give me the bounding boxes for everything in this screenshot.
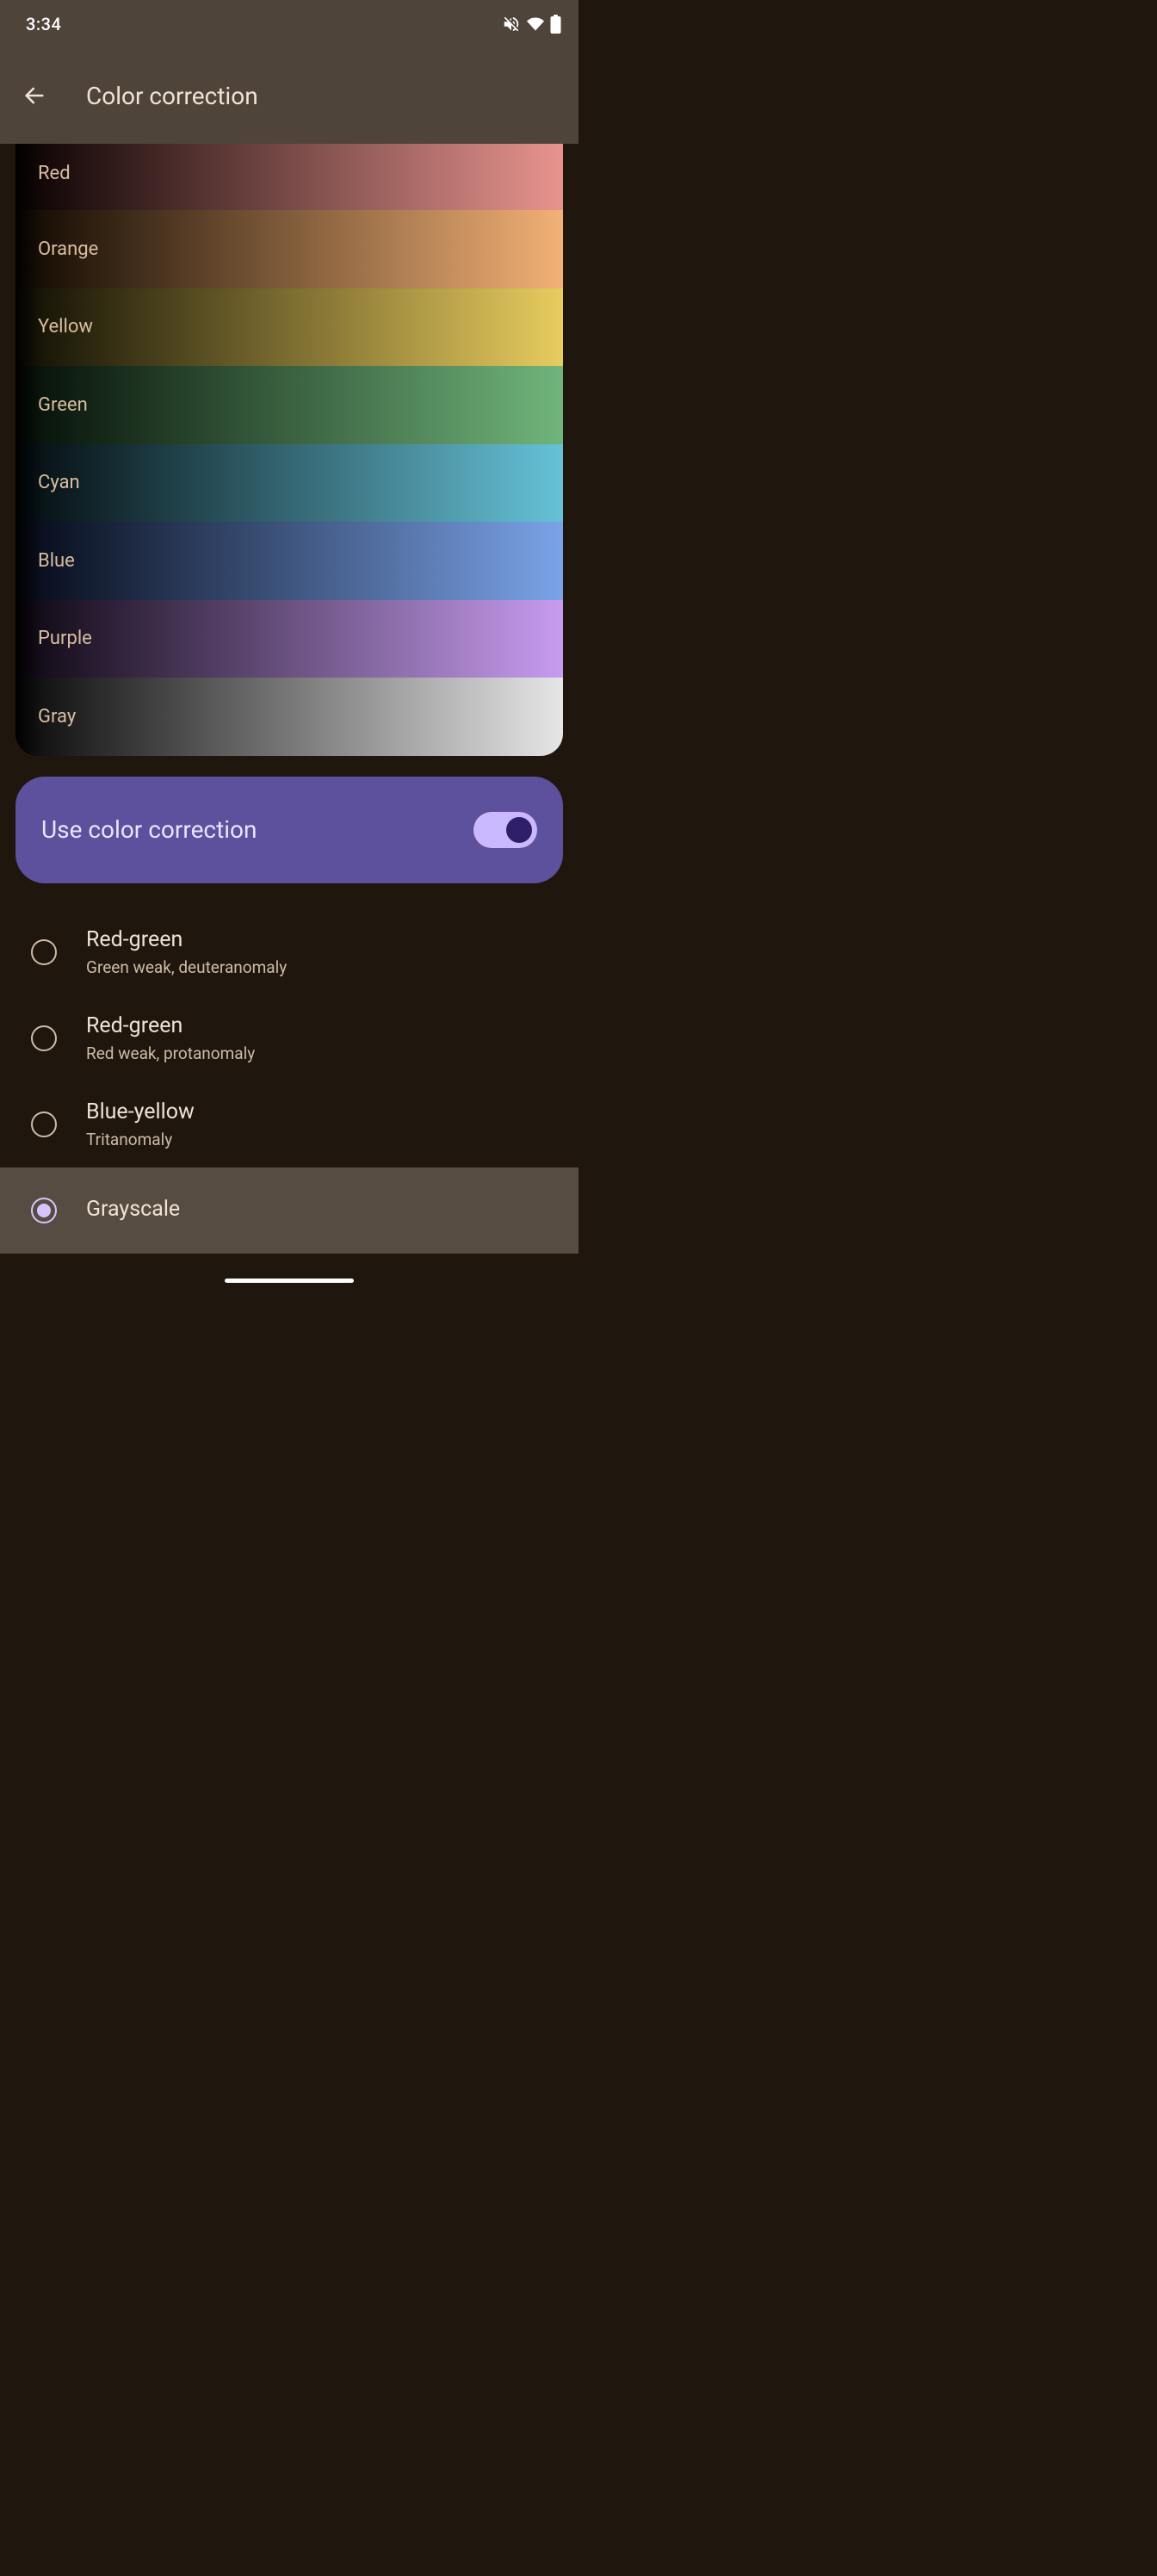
preview-row-label: Gray bbox=[38, 706, 76, 728]
preview-row-label: Blue bbox=[38, 550, 75, 572]
option-subtitle: Tritanomaly bbox=[86, 1130, 195, 1149]
option-tritanomaly[interactable]: Blue-yellow Tritanomaly bbox=[0, 1081, 578, 1167]
wifi-icon bbox=[526, 15, 545, 33]
correction-mode-list: Red-green Green weak, deuteranomaly Red-… bbox=[0, 904, 578, 1259]
preview-row-red: Red bbox=[15, 144, 563, 210]
app-bar: Color correction bbox=[0, 47, 578, 144]
preview-row-cyan: Cyan bbox=[15, 444, 563, 523]
navigation-bar bbox=[0, 1279, 578, 1283]
preview-row-label: Cyan bbox=[38, 472, 80, 493]
mute-icon bbox=[502, 15, 521, 34]
preview-row-orange: Orange bbox=[15, 210, 563, 288]
option-subtitle: Red weak, protanomaly bbox=[86, 1043, 255, 1063]
page-title: Color correction bbox=[86, 82, 258, 110]
preview-row-label: Green bbox=[38, 394, 88, 416]
toggle-switch-on bbox=[473, 812, 537, 848]
preview-row-purple: Purple bbox=[15, 600, 563, 678]
toggle-label: Use color correction bbox=[41, 815, 257, 844]
status-time: 3:34 bbox=[26, 14, 61, 34]
option-texts: Blue-yellow Tritanomaly bbox=[86, 1099, 195, 1150]
option-title: Grayscale bbox=[86, 1196, 180, 1224]
option-texts: Red-green Red weak, protanomaly bbox=[86, 1012, 255, 1064]
option-title: Red-green bbox=[86, 926, 287, 955]
use-color-correction-toggle[interactable]: Use color correction bbox=[15, 777, 563, 883]
gesture-pill[interactable] bbox=[225, 1279, 354, 1283]
status-icons bbox=[502, 15, 561, 34]
battery-icon bbox=[550, 15, 561, 34]
back-arrow-icon bbox=[22, 84, 46, 108]
preview-row-label: Red bbox=[38, 163, 71, 184]
option-subtitle: Green weak, deuteranomaly bbox=[86, 957, 287, 977]
preview-row-label: Yellow bbox=[38, 316, 93, 337]
option-title: Red-green bbox=[86, 1012, 255, 1041]
radio-unchecked-icon bbox=[31, 939, 57, 965]
preview-row-yellow: Yellow bbox=[15, 288, 563, 367]
preview-row-label: Orange bbox=[38, 238, 98, 260]
radio-unchecked-icon bbox=[31, 1112, 57, 1137]
option-texts: Red-green Green weak, deuteranomaly bbox=[86, 926, 287, 978]
option-grayscale[interactable]: Grayscale bbox=[0, 1167, 578, 1254]
preview-row-blue: Blue bbox=[15, 522, 563, 600]
option-protanomaly[interactable]: Red-green Red weak, protanomaly bbox=[0, 995, 578, 1081]
option-texts: Grayscale bbox=[86, 1196, 180, 1224]
preview-row-label: Purple bbox=[38, 628, 92, 649]
option-title: Blue-yellow bbox=[86, 1099, 195, 1127]
color-preview-card: Red Orange Yellow Green Cyan Blue Purple… bbox=[15, 144, 563, 756]
radio-unchecked-icon bbox=[31, 1025, 57, 1051]
radio-checked-icon bbox=[31, 1198, 57, 1223]
option-deuteranomaly[interactable]: Red-green Green weak, deuteranomaly bbox=[0, 909, 578, 995]
preview-row-gray: Gray bbox=[15, 678, 563, 756]
back-button[interactable] bbox=[17, 78, 52, 113]
preview-row-green: Green bbox=[15, 366, 563, 444]
status-bar: 3:34 bbox=[0, 0, 578, 47]
